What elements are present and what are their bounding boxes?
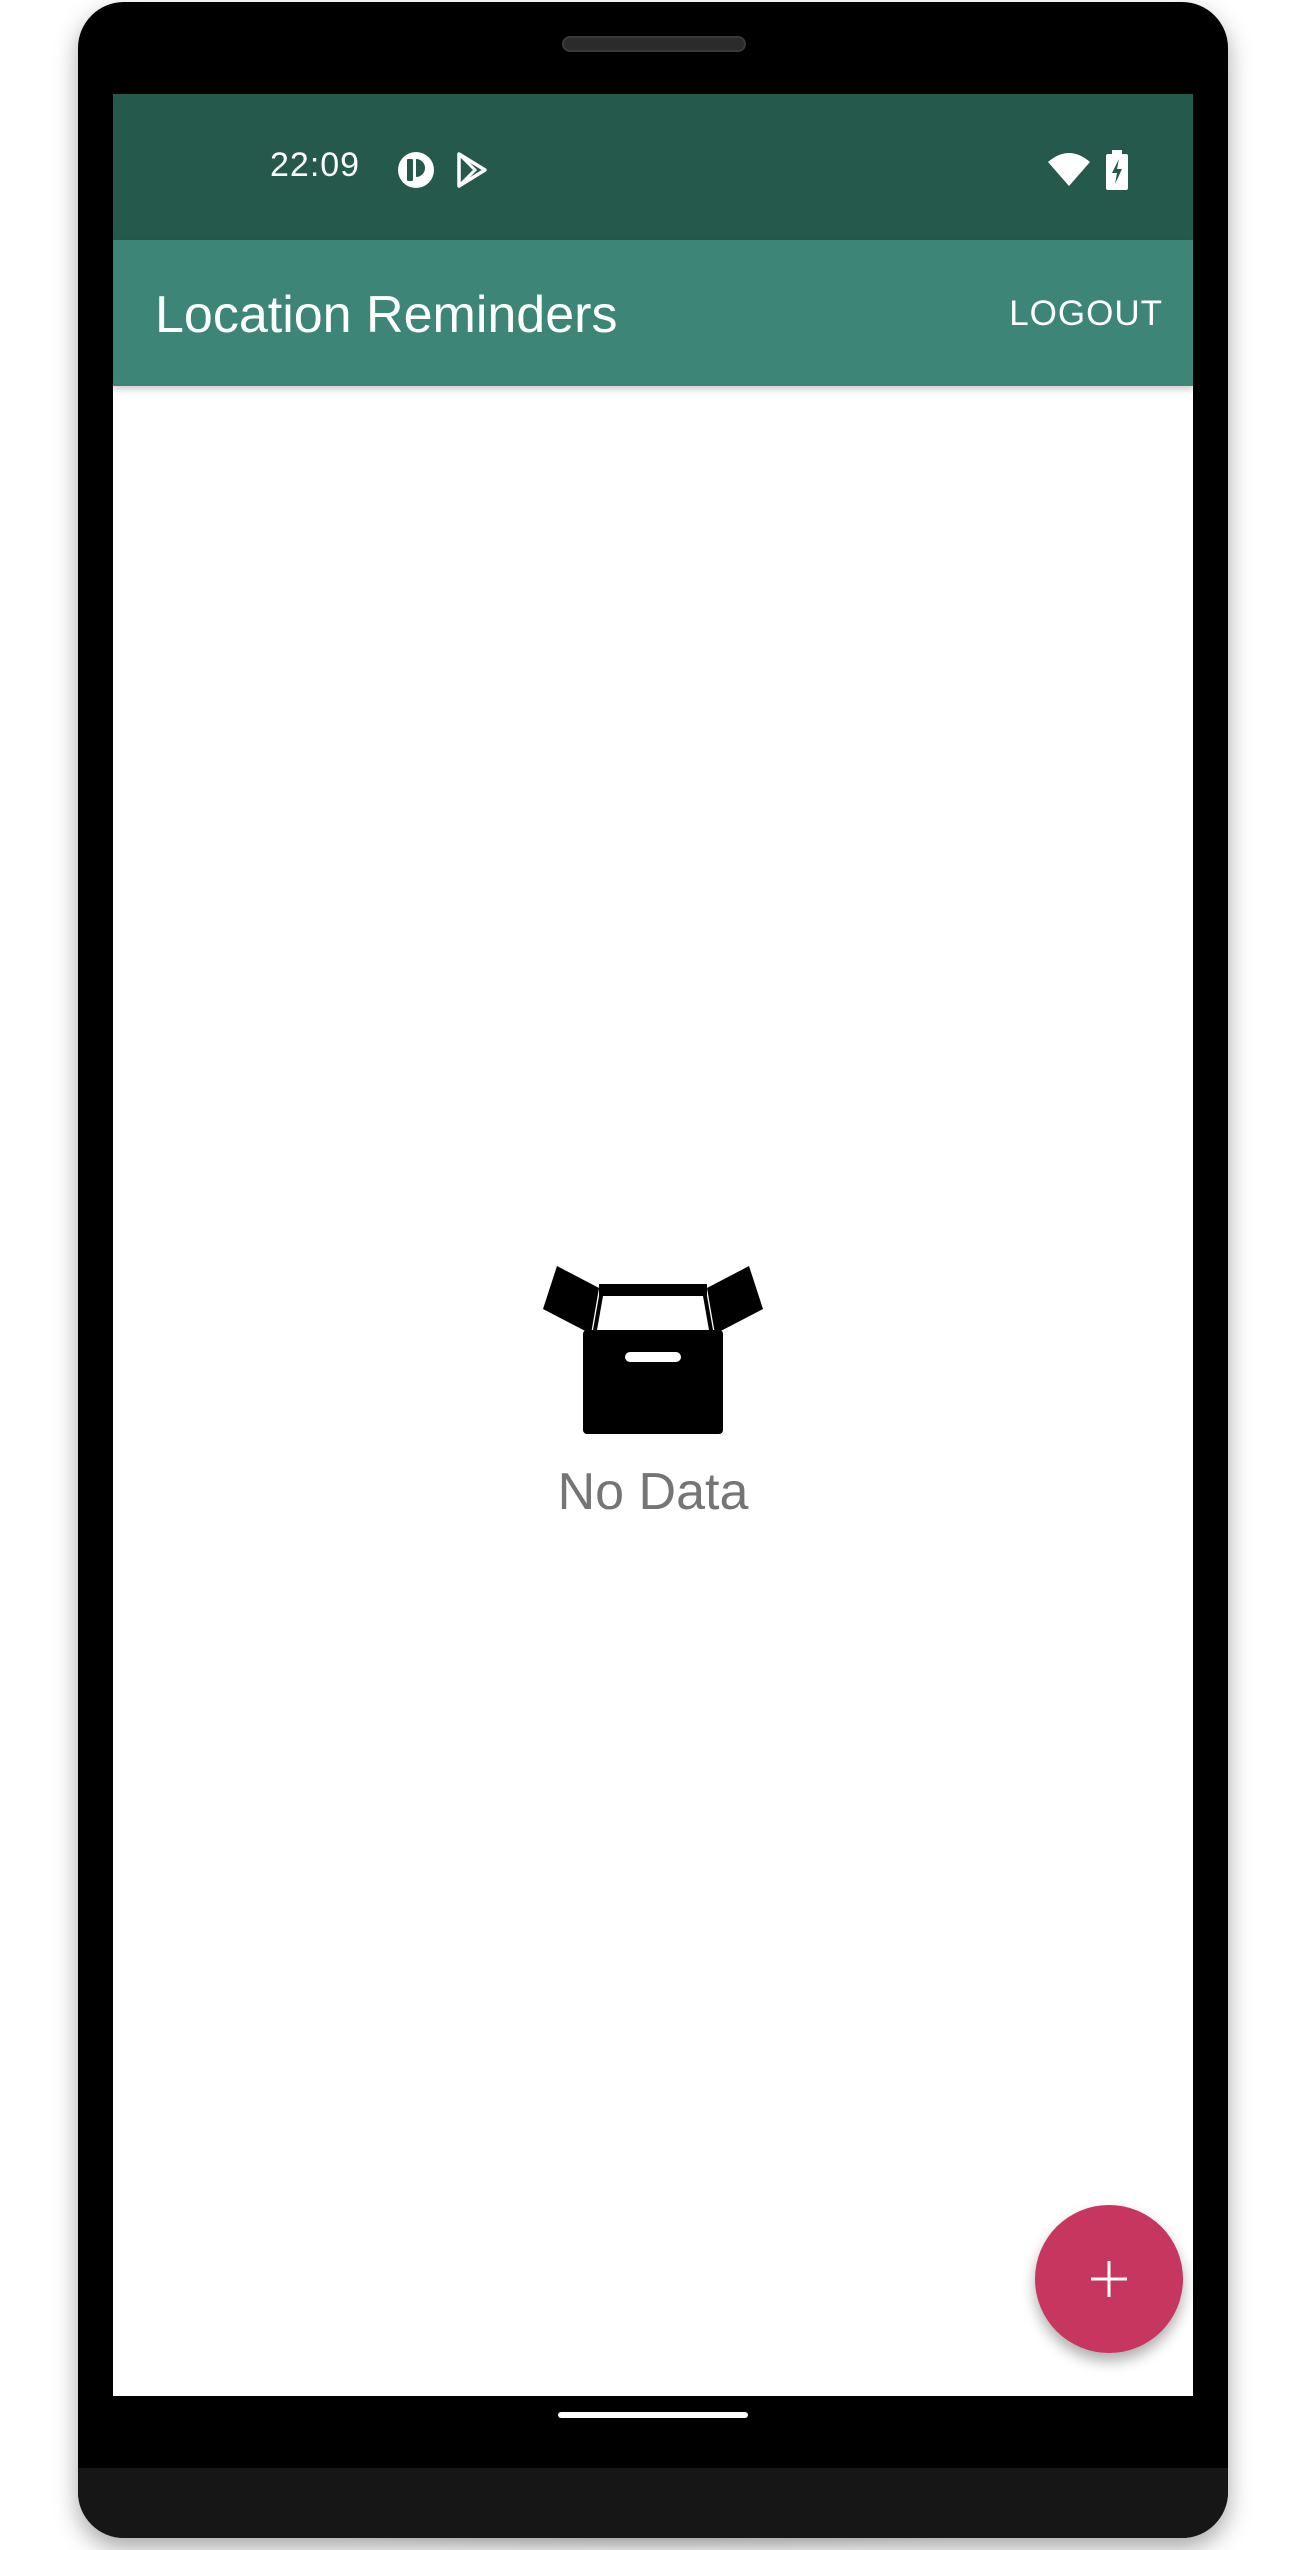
empty-state: No Data: [113, 1264, 1193, 1522]
app-title: Location Reminders: [155, 286, 618, 344]
speaker-grille: [562, 36, 746, 52]
battery-charging-icon: [1103, 150, 1131, 190]
add-reminder-fab[interactable]: [1035, 2205, 1183, 2353]
play-store-icon: [451, 150, 491, 190]
app-bar: Location Reminders LOGOUT: [113, 240, 1193, 386]
gesture-nav-handle[interactable]: [558, 2412, 748, 2418]
add-icon: [1091, 2261, 1127, 2297]
notification-icon: [396, 150, 436, 190]
status-bar: 22:09: [113, 94, 1193, 240]
wifi-icon: [1046, 150, 1092, 190]
logout-button[interactable]: LOGOUT: [1009, 294, 1163, 334]
phone-frame: 22:09 Location Reminders LOGOUT No Data: [78, 2, 1228, 2538]
status-time: 22:09: [270, 146, 361, 184]
screen: 22:09 Location Reminders LOGOUT No Data: [113, 94, 1193, 2396]
empty-state-text: No Data: [557, 1463, 749, 1521]
empty-box-icon: [543, 1266, 763, 1434]
device-chin: [78, 2468, 1228, 2538]
